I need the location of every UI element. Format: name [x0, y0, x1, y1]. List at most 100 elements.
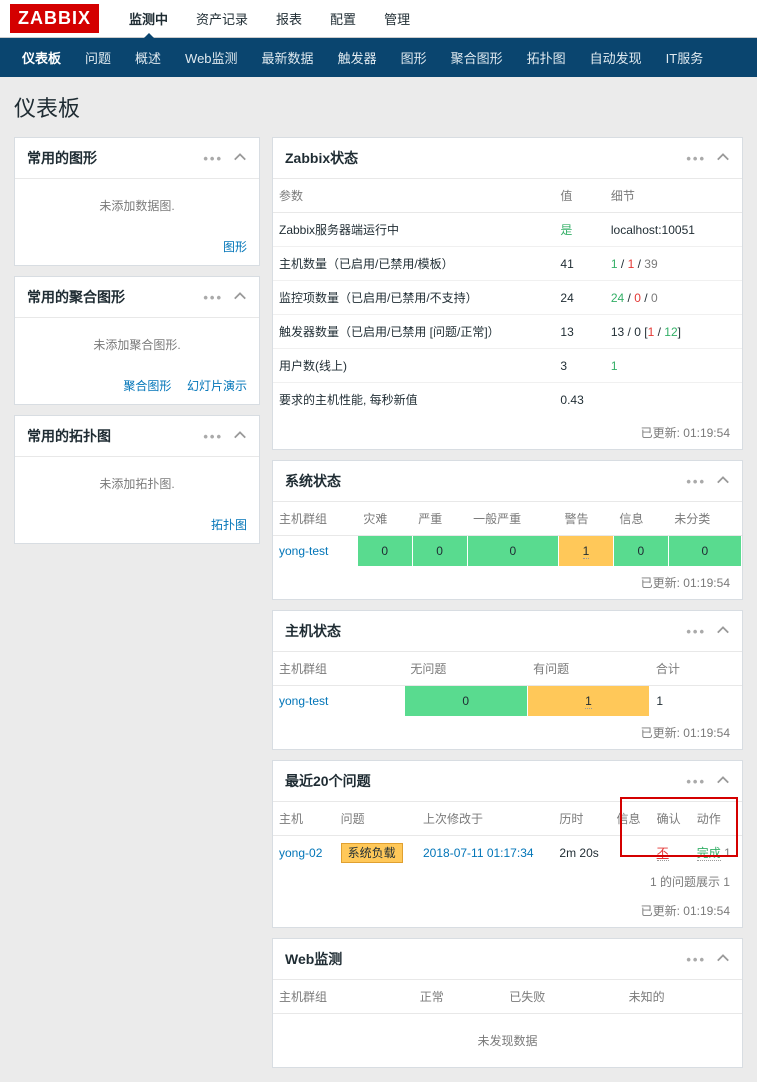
more-icon[interactable]: ••• — [203, 290, 223, 305]
host-link[interactable]: yong-02 — [279, 846, 322, 860]
value-cell: 3 — [554, 349, 604, 383]
topnav-item[interactable]: 配置 — [318, 0, 368, 38]
topnav-item[interactable]: 报表 — [264, 0, 314, 38]
logo[interactable]: ZABBIX — [10, 4, 99, 33]
value-cell: 0.43 — [554, 383, 604, 417]
collapse-icon[interactable] — [716, 951, 730, 968]
empty-text: 未添加数据图. — [15, 179, 259, 232]
collapse-icon[interactable] — [716, 623, 730, 640]
column-header: 正常 — [414, 980, 504, 1014]
link-maps[interactable]: 拓扑图 — [211, 518, 247, 532]
detail-cell: 24 / 0 / 0 — [605, 281, 742, 315]
widget-fav-maps: 常用的拓扑图 ••• 未添加拓扑图. 拓扑图 — [14, 415, 260, 544]
subnav-item[interactable]: 自动发现 — [578, 38, 654, 77]
column-header: 上次修改于 — [417, 802, 553, 836]
info-cell — [611, 836, 651, 870]
page-title: 仪表板 — [14, 91, 743, 123]
action-count: 1 — [724, 846, 731, 860]
more-icon[interactable]: ••• — [686, 774, 706, 789]
widget-title: 常用的聚合图形 — [27, 287, 125, 307]
status-row: 用户数(线上)31 — [273, 349, 742, 383]
subnav-item[interactable]: 最新数据 — [250, 38, 326, 77]
widget-fav-graphs: 常用的图形 ••• 未添加数据图. 图形 — [14, 137, 260, 266]
column-header: 主机群组 — [273, 980, 414, 1014]
subnav-item[interactable]: 拓扑图 — [515, 38, 578, 77]
param-cell: Zabbix服务器端运行中 — [273, 213, 554, 247]
more-icon[interactable]: ••• — [686, 952, 706, 967]
age-cell: 2m 20s — [553, 836, 610, 870]
more-icon[interactable]: ••• — [686, 624, 706, 639]
topnav-item[interactable]: 监测中 — [117, 0, 180, 38]
detail-cell: 1 — [605, 349, 742, 383]
updated-text: 已更新: 01:19:54 — [273, 716, 742, 749]
count-cell[interactable]: 0 — [467, 536, 558, 567]
subnav-item[interactable]: 概述 — [123, 38, 173, 77]
column-header: 未分类 — [668, 502, 741, 536]
widget-footer: 图形 — [15, 232, 259, 265]
param-cell: 主机数量（已启用/已禁用/模板） — [273, 247, 554, 281]
status-row: 要求的主机性能, 每秒新值0.43 — [273, 383, 742, 417]
group-link[interactable]: yong-test — [279, 694, 328, 708]
widget-host-status: 主机状态 ••• 主机群组无问题有问题合计 yong-test011 已更新: … — [272, 610, 743, 750]
page-content: 仪表板 常用的图形 ••• 未添加数据图. 图形 常用的聚合图形 — [0, 77, 757, 1082]
collapse-icon[interactable] — [716, 473, 730, 490]
widget-title: Web监测 — [285, 949, 342, 969]
widget-title: Zabbix状态 — [285, 148, 358, 168]
widget-title: 常用的图形 — [27, 148, 97, 168]
column-header: 一般严重 — [467, 502, 558, 536]
widget-title: 系统状态 — [285, 471, 341, 491]
column-header: 有问题 — [527, 652, 650, 686]
subnav-item[interactable]: 聚合图形 — [439, 38, 515, 77]
subnav-item[interactable]: 图形 — [389, 38, 439, 77]
more-icon[interactable]: ••• — [686, 151, 706, 166]
ack-link[interactable]: 不 — [657, 846, 669, 861]
column-header: 合计 — [650, 652, 742, 686]
link-slideshows[interactable]: 幻灯片演示 — [187, 379, 247, 393]
collapse-icon[interactable] — [716, 773, 730, 790]
status-row: 触发器数量（已启用/已禁用 [问题/正常]）1313 / 0 [1 / 12] — [273, 315, 742, 349]
value-cell: 13 — [554, 315, 604, 349]
more-icon[interactable]: ••• — [686, 474, 706, 489]
subnav-item[interactable]: Web监测 — [173, 38, 250, 77]
widget-web-monitoring: Web监测 ••• 主机群组正常已失败未知的 未发现数据 — [272, 938, 743, 1068]
host-status-table: 主机群组无问题有问题合计 yong-test011 — [273, 652, 742, 716]
action-text[interactable]: 完成 — [697, 846, 721, 861]
subnav-item[interactable]: 问题 — [73, 38, 123, 77]
topnav-item[interactable]: 管理 — [372, 0, 422, 38]
collapse-icon[interactable] — [233, 289, 247, 306]
issue-tag[interactable]: 系统负载 — [341, 843, 403, 863]
detail-cell: 13 / 0 [1 / 12] — [605, 315, 742, 349]
column-header: 已失败 — [503, 980, 622, 1014]
count-cell[interactable]: 1 — [650, 686, 742, 717]
subnav-item[interactable]: 仪表板 — [10, 38, 73, 77]
value-cell: 24 — [554, 281, 604, 315]
count-cell[interactable]: 0 — [357, 536, 412, 567]
count-cell[interactable]: 0 — [668, 536, 741, 567]
time-link[interactable]: 2018-07-11 01:17:34 — [423, 846, 534, 860]
link-screens[interactable]: 聚合图形 — [123, 379, 171, 393]
subnav-item[interactable]: 触发器 — [326, 38, 389, 77]
count-cell[interactable]: 0 — [412, 536, 467, 567]
group-link[interactable]: yong-test — [279, 544, 328, 558]
topnav-item[interactable]: 资产记录 — [184, 0, 260, 38]
count-cell[interactable]: 0 — [613, 536, 668, 567]
sub-nav: 仪表板问题概述Web监测最新数据触发器图形聚合图形拓扑图自动发现IT服务 — [0, 38, 757, 77]
updated-text: 已更新: 01:19:54 — [273, 416, 742, 449]
widget-system-status: 系统状态 ••• 主机群组灾难严重一般严重警告信息未分类 yong-test00… — [272, 460, 743, 600]
collapse-icon[interactable] — [233, 150, 247, 167]
more-icon[interactable]: ••• — [203, 151, 223, 166]
column-header: 信息 — [613, 502, 668, 536]
subnav-item[interactable]: IT服务 — [654, 38, 716, 77]
count-cell[interactable]: 1 — [527, 686, 650, 717]
column-header: 历时 — [553, 802, 610, 836]
status-row: Zabbix服务器端运行中是localhost:10051 — [273, 213, 742, 247]
count-cell[interactable]: 1 — [559, 536, 614, 567]
widget-footer: 聚合图形 幻灯片演示 — [15, 371, 259, 404]
count-cell[interactable]: 0 — [404, 686, 527, 717]
collapse-icon[interactable] — [233, 428, 247, 445]
collapse-icon[interactable] — [716, 150, 730, 167]
link-graphs[interactable]: 图形 — [223, 240, 247, 254]
column-header: 值 — [554, 179, 604, 213]
status-row: 主机数量（已启用/已禁用/模板）411 / 1 / 39 — [273, 247, 742, 281]
more-icon[interactable]: ••• — [203, 429, 223, 444]
